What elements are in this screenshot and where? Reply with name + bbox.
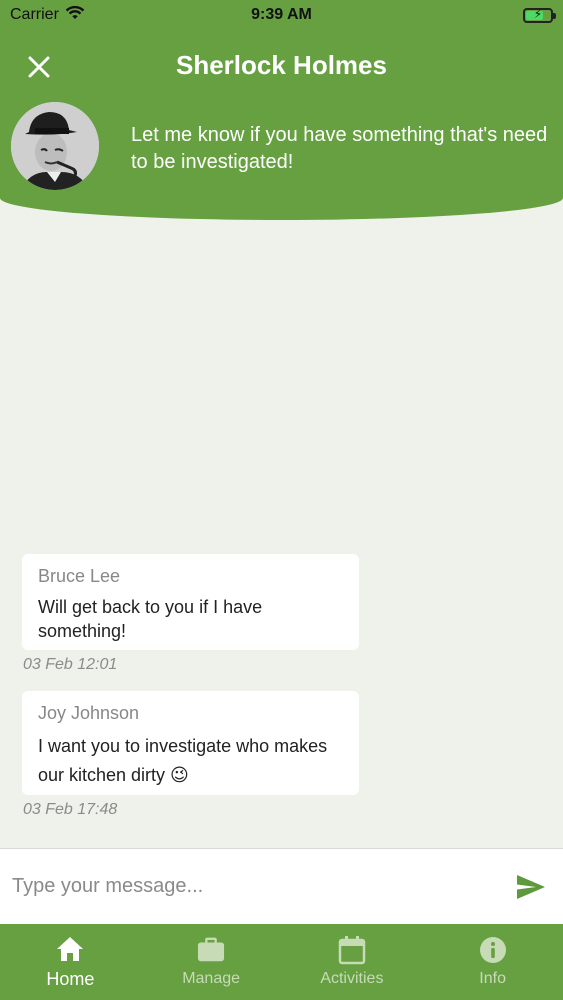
status-left: Carrier xyxy=(10,5,85,25)
avatar xyxy=(11,102,99,190)
wifi-icon xyxy=(65,5,85,25)
info-icon xyxy=(479,936,507,964)
status-bar: Carrier 9:39 AM ⚡ xyxy=(0,0,563,30)
message-author: Joy Johnson xyxy=(38,703,140,723)
briefcase-icon xyxy=(197,936,225,964)
tab-info[interactable]: Info xyxy=(422,924,563,1000)
tab-label: Home xyxy=(46,968,95,989)
chat-header: Sherlock Holmes Let me know if you have … xyxy=(0,30,563,220)
tab-label: Activities xyxy=(320,970,384,987)
home-icon xyxy=(56,935,84,963)
tab-activities[interactable]: Activities xyxy=(282,924,423,1000)
send-button[interactable] xyxy=(511,867,551,907)
calendar-icon xyxy=(338,936,366,965)
message-author: Bruce Lee xyxy=(38,566,121,586)
tab-manage[interactable]: Manage xyxy=(141,924,282,1000)
message-input[interactable] xyxy=(12,875,511,898)
message-timestamp: 03 Feb 17:48 xyxy=(23,801,118,818)
message-text: I want you to investigate who makes our … xyxy=(38,736,328,785)
tab-home[interactable]: Home xyxy=(0,924,141,1000)
carrier-label: Carrier xyxy=(10,6,59,23)
message-timestamp: 03 Feb 12:01 xyxy=(23,656,118,673)
message-bubble: Bruce Lee Will get back to you if I have… xyxy=(22,554,359,650)
message-composer xyxy=(0,848,563,924)
header-message: Let me know if you have something that's… xyxy=(131,124,548,173)
message-bubble: Joy Johnson I want you to investigate wh… xyxy=(22,691,359,795)
tab-label: Info xyxy=(479,970,506,987)
send-icon xyxy=(517,874,545,899)
message-text: Will get back to you if I have something… xyxy=(38,597,263,641)
page-title: Sherlock Holmes xyxy=(176,50,387,80)
bottom-tab-bar: Home Manage Activities Info xyxy=(0,924,563,1000)
tab-label: Manage xyxy=(182,970,241,987)
battery-charging-icon: ⚡ xyxy=(523,7,556,23)
